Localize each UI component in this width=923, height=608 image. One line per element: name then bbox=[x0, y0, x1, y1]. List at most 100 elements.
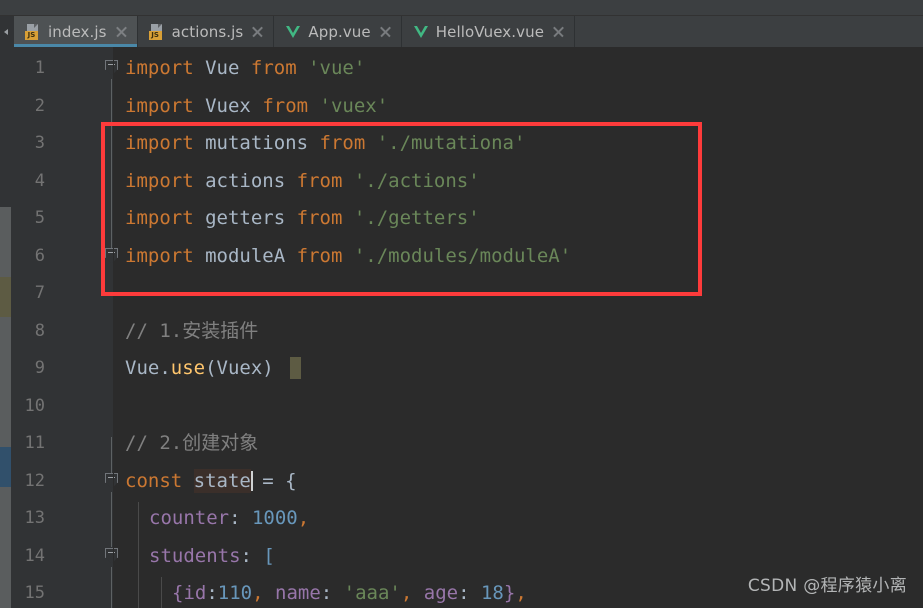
line-number: 8 bbox=[34, 321, 45, 341]
token-string-getters: './getters' bbox=[353, 207, 480, 229]
code-editor[interactable]: 1 2 3 4 5 6 7 8 9 10 11 12 13 14 15 impo… bbox=[0, 47, 923, 608]
token-keyword-from: from bbox=[296, 170, 343, 192]
token-string-mutationa: './mutationa' bbox=[376, 132, 526, 154]
token-string-modulea: './modules/moduleA' bbox=[353, 245, 572, 267]
token-keyword-import: import bbox=[125, 207, 194, 229]
code-line-13[interactable]: counter: 1000, bbox=[149, 507, 309, 529]
ide-window: JS index.js JS actions.js App.vue HelloV… bbox=[0, 0, 923, 608]
fold-region-line bbox=[111, 437, 112, 473]
token-string-name-value: 'aaa' bbox=[343, 582, 401, 604]
token-keyword-from: from bbox=[319, 132, 366, 154]
vue-file-icon bbox=[285, 24, 301, 40]
indent-guide bbox=[138, 502, 139, 608]
token-call-args: (Vuex) bbox=[205, 357, 274, 379]
token-string-vuex: 'vuex' bbox=[319, 95, 389, 117]
line-number: 15 bbox=[24, 583, 45, 603]
token-property-age: age bbox=[423, 582, 459, 604]
token-keyword-const: const bbox=[125, 470, 183, 492]
line-number: 13 bbox=[24, 508, 45, 528]
token-identifier-mutations: mutations bbox=[205, 132, 309, 154]
tab-actions-js[interactable]: JS actions.js bbox=[137, 16, 275, 47]
close-icon[interactable] bbox=[116, 26, 128, 38]
token-string-actions: './actions' bbox=[353, 170, 480, 192]
js-badge-label: JS bbox=[25, 30, 38, 40]
token-keyword-import: import bbox=[125, 95, 194, 117]
token-string-vue: 'vue' bbox=[308, 57, 366, 79]
token-identifier-state: state bbox=[193, 469, 251, 493]
token-keyword-from: from bbox=[296, 207, 343, 229]
token-identifier-getters: getters bbox=[205, 207, 286, 229]
token-comment-install-plugin: // 1.安装插件 bbox=[125, 320, 259, 342]
token-method-use: use bbox=[170, 357, 206, 379]
token-number-counter-value: 1000 bbox=[251, 507, 298, 529]
editor-gutter[interactable]: 1 2 3 4 5 6 7 8 9 10 11 12 13 14 15 bbox=[11, 47, 118, 608]
fold-region-line bbox=[111, 79, 112, 254]
text-caret bbox=[251, 471, 253, 491]
tab-index-js[interactable]: JS index.js bbox=[14, 16, 138, 47]
code-line-3[interactable]: import mutations from './mutationa' bbox=[125, 132, 525, 154]
code-line-14[interactable]: students: [ bbox=[149, 545, 275, 567]
watermark-text: CSDN @程序猿小离 bbox=[747, 576, 907, 596]
token-keyword-from: from bbox=[250, 57, 297, 79]
token-keyword-import: import bbox=[125, 245, 194, 267]
js-file-icon: JS bbox=[148, 23, 165, 40]
code-line-2[interactable]: import Vuex from 'vuex' bbox=[125, 95, 388, 117]
js-badge-label: JS bbox=[148, 30, 162, 40]
tab-scroll-left-button[interactable] bbox=[0, 16, 15, 47]
token-property-students: students bbox=[149, 545, 241, 567]
token-identifier-vuex: Vuex bbox=[205, 95, 251, 117]
code-line-6[interactable]: import moduleA from './modules/moduleA' bbox=[125, 245, 571, 267]
close-icon[interactable] bbox=[252, 26, 264, 38]
fold-region-line bbox=[111, 567, 112, 608]
token-number-age-value: 18 bbox=[480, 582, 504, 604]
tab-bar-top-strip bbox=[0, 0, 923, 16]
close-icon[interactable] bbox=[380, 26, 392, 38]
line-number: 6 bbox=[34, 246, 45, 266]
line-number: 10 bbox=[24, 396, 45, 416]
tab-app-vue[interactable]: App.vue bbox=[274, 16, 402, 47]
close-icon[interactable] bbox=[553, 26, 565, 38]
tab-label: App.vue bbox=[308, 22, 371, 41]
code-line-12[interactable]: const state = { bbox=[125, 469, 297, 493]
tab-hellovuex-vue[interactable]: HelloVuex.vue bbox=[401, 16, 576, 47]
text-highlight-block bbox=[290, 357, 301, 379]
token-keyword-from: from bbox=[262, 95, 309, 117]
tab-label: actions.js bbox=[171, 22, 244, 41]
code-line-5[interactable]: import getters from './getters' bbox=[125, 207, 480, 229]
chevron-left-icon bbox=[4, 29, 8, 35]
code-line-15[interactable]: {id:110, name: 'aaa', age: 18}, bbox=[172, 582, 527, 604]
token-keyword-import: import bbox=[125, 57, 194, 79]
tab-label: HelloVuex.vue bbox=[435, 22, 545, 41]
indent-guide bbox=[161, 577, 162, 608]
line-number: 11 bbox=[24, 433, 45, 453]
code-line-8[interactable]: // 1.安装插件 bbox=[125, 320, 258, 342]
code-line-4[interactable]: import actions from './actions' bbox=[125, 170, 480, 192]
js-file-icon: JS bbox=[25, 23, 41, 40]
editor-tab-bar: JS index.js JS actions.js App.vue HelloV… bbox=[0, 0, 923, 47]
code-text-area[interactable]: import Vue from 'vue' import Vuex from '… bbox=[114, 47, 923, 608]
token-array-open-bracket: [ bbox=[263, 545, 275, 567]
token-property-name: name bbox=[275, 582, 321, 604]
token-property-id: id bbox=[183, 582, 207, 604]
token-identifier-state-text: state bbox=[193, 470, 251, 492]
token-identifier-modulea: moduleA bbox=[205, 245, 286, 267]
code-line-11[interactable]: // 2.创建对象 bbox=[125, 432, 258, 454]
line-number: 14 bbox=[24, 546, 45, 566]
line-number: 3 bbox=[34, 133, 45, 153]
code-line-9[interactable]: Vue.use(Vuex) bbox=[125, 357, 274, 379]
line-number: 12 bbox=[24, 471, 45, 491]
code-line-1[interactable]: import Vue from 'vue' bbox=[125, 57, 365, 79]
line-number: 7 bbox=[34, 283, 45, 303]
line-number: 4 bbox=[34, 171, 45, 191]
token-comment-create-object: // 2.创建对象 bbox=[125, 432, 259, 454]
line-number: 1 bbox=[34, 58, 45, 78]
token-keyword-import: import bbox=[125, 132, 194, 154]
token-number-id-value: 110 bbox=[217, 582, 253, 604]
line-number: 2 bbox=[34, 96, 45, 116]
token-assign-open-brace: = { bbox=[250, 470, 297, 492]
token-keyword-from: from bbox=[296, 245, 343, 267]
token-keyword-import: import bbox=[125, 170, 194, 192]
tab-list: JS index.js JS actions.js App.vue HelloV… bbox=[14, 16, 576, 47]
vue-file-icon bbox=[413, 24, 429, 40]
fold-region-line bbox=[111, 492, 112, 547]
